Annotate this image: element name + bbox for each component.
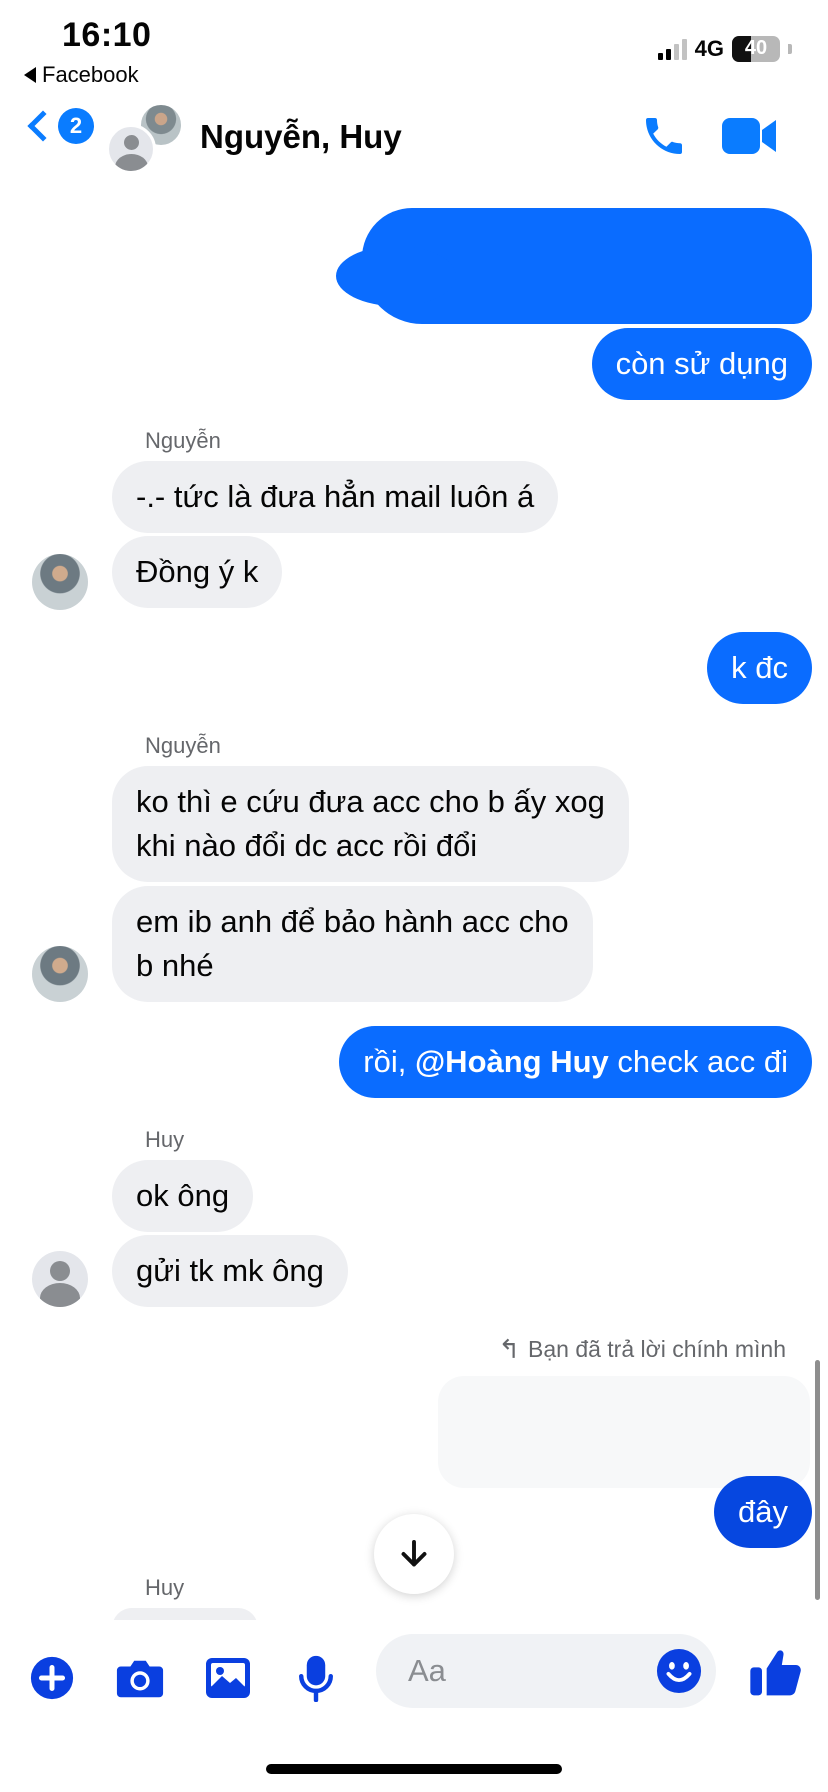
network-type: 4G — [694, 36, 724, 61]
return-to-app-link[interactable]: Facebook — [24, 62, 139, 88]
return-app-label: Facebook — [42, 62, 139, 87]
sender-name: Huy — [145, 1127, 185, 1152]
group-avatar[interactable] — [106, 102, 184, 174]
add-button[interactable] — [24, 1650, 80, 1706]
reply-note-text: Bạn đã trả lời chính mình — [528, 1336, 786, 1362]
incoming-message[interactable]: -.- tức là đưa hẳn mail luôn á — [112, 461, 559, 533]
sender-avatar[interactable] — [32, 554, 88, 610]
thumbs-up-icon[interactable] — [748, 1644, 804, 1700]
message-line: ko thì e cứu đưa acc cho b ấy xog — [136, 784, 605, 819]
voice-button[interactable] — [288, 1650, 344, 1706]
microphone-icon — [299, 1655, 333, 1702]
cellular-signal-icon — [657, 38, 687, 60]
outgoing-message[interactable]: còn sử dụng — [591, 328, 812, 400]
gallery-button[interactable] — [200, 1650, 256, 1706]
sender-name: Huy — [145, 1575, 185, 1600]
image-icon — [206, 1658, 250, 1698]
outgoing-message[interactable]: k đc — [707, 632, 812, 704]
sender-avatar[interactable] — [32, 946, 88, 1002]
home-indicator — [266, 1764, 562, 1774]
plus-circle-icon — [30, 1656, 74, 1700]
video-call-icon[interactable] — [722, 116, 778, 156]
composer-bar — [0, 1620, 828, 1792]
camera-button[interactable] — [112, 1650, 168, 1706]
message-line: em ib anh để bảo hành acc cho — [136, 904, 569, 939]
chevron-left-icon — [27, 110, 59, 142]
status-bar: 16:10 Facebook 4G 40 — [0, 0, 828, 90]
quoted-message-preview[interactable] — [438, 1376, 810, 1488]
battery-icon: 40 — [732, 36, 780, 62]
incoming-message[interactable]: Đồng ý k — [112, 536, 283, 608]
battery-percent: 40 — [744, 37, 768, 59]
default-user-avatar-icon — [106, 124, 156, 174]
default-user-avatar-icon[interactable] — [32, 1251, 88, 1307]
outgoing-message[interactable]: rồi, @Hoàng Huy check acc đi — [339, 1026, 812, 1098]
scrollbar[interactable] — [815, 1360, 820, 1600]
message-text: rồi, — [363, 1044, 415, 1079]
incoming-message[interactable]: em ib anh để bảo hành acc cho b nhé — [112, 886, 593, 1002]
mention-link[interactable]: @Hoàng Huy — [415, 1044, 609, 1079]
status-indicators: 4G 40 — [657, 36, 792, 62]
chat-title[interactable]: Nguyễn, Huy — [200, 118, 402, 156]
message-line: khi nào đổi dc acc rồi đổi — [136, 828, 478, 863]
message-text: check acc đi — [608, 1044, 788, 1079]
status-time: 16:10 — [62, 16, 152, 54]
chat-header: 2 Nguyễn, Huy — [0, 90, 828, 184]
phone-call-icon[interactable] — [640, 112, 688, 160]
camera-icon — [116, 1660, 164, 1698]
scroll-to-bottom-button[interactable] — [374, 1514, 454, 1594]
message-list[interactable]: còn sử dụng Nguyễn -.- tức là đưa hẳn ma… — [0, 184, 828, 1628]
reply-indicator: ↰ Bạn đã trả lời chính mình — [498, 1334, 786, 1365]
sender-name: Nguyễn — [145, 428, 221, 453]
reply-arrow-icon: ↰ — [498, 1334, 520, 1364]
back-triangle-icon — [24, 67, 36, 83]
incoming-message[interactable]: gửi tk mk ông — [112, 1235, 348, 1307]
arrow-down-icon — [401, 1540, 427, 1567]
battery-tip — [788, 44, 792, 54]
redacted-outgoing-message — [336, 208, 812, 324]
emoji-icon[interactable] — [656, 1648, 702, 1694]
message-line: b nhé — [136, 948, 214, 983]
incoming-message[interactable]: ok ông — [112, 1160, 254, 1232]
outgoing-message[interactable]: đây — [714, 1476, 812, 1548]
back-button[interactable]: 2 — [24, 108, 94, 144]
incoming-message[interactable]: ko thì e cứu đưa acc cho b ấy xog khi nà… — [112, 766, 629, 882]
unread-count-badge: 2 — [58, 108, 94, 144]
sender-name: Nguyễn — [145, 733, 221, 758]
